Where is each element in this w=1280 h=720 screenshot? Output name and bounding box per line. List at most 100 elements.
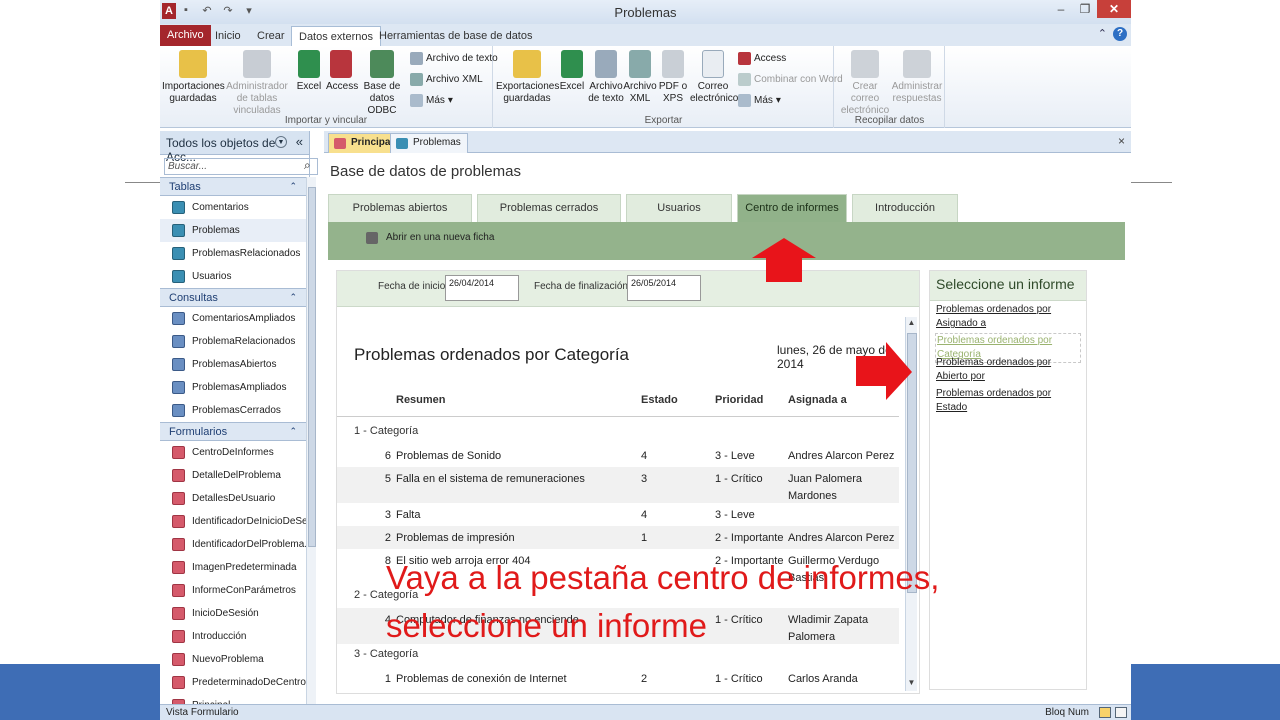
- tab-problemas-cerrados[interactable]: Problemas cerrados: [477, 194, 621, 222]
- tab-usuarios[interactable]: Usuarios: [626, 194, 732, 222]
- nav-item[interactable]: ImagenPredeterminada: [160, 556, 306, 579]
- import-access-button[interactable]: Access: [326, 50, 358, 93]
- collapse-section-icon[interactable]: ⌃: [289, 426, 297, 437]
- import-excel-button[interactable]: Excel: [294, 50, 324, 93]
- export-more-button[interactable]: Más ▾: [738, 94, 781, 107]
- tab-crear[interactable]: Crear: [250, 26, 292, 46]
- help-icon[interactable]: ?: [1113, 27, 1127, 41]
- form-view-icon[interactable]: [1099, 707, 1111, 718]
- tab-archivo[interactable]: Archivo: [160, 25, 211, 46]
- saved-exports-button[interactable]: Exportaciones guardadas: [496, 50, 559, 105]
- instruction-line-2: seleccione un informe: [386, 607, 708, 644]
- nav-item[interactable]: InicioDeSesión: [160, 602, 306, 625]
- nav-item[interactable]: ProblemasCerrados: [160, 399, 306, 422]
- close-button[interactable]: ✕: [1097, 0, 1131, 18]
- nav-item[interactable]: ProblemasAbiertos: [160, 353, 306, 376]
- nav-item[interactable]: IdentificadorDelProblema...: [160, 533, 306, 556]
- close-document-icon[interactable]: ×: [1118, 134, 1125, 148]
- collapse-nav-icon[interactable]: «: [296, 134, 303, 149]
- slide-divider-left: [125, 182, 160, 183]
- scroll-down-icon[interactable]: ▼: [906, 678, 917, 690]
- export-pdf-button[interactable]: PDF o XPS: [658, 50, 688, 105]
- table-row: 1 Problemas de conexión de Internet 2 1 - C…: [337, 667, 899, 690]
- nav-item[interactable]: Principal: [160, 694, 306, 704]
- nav-item[interactable]: Introducción: [160, 625, 306, 648]
- nav-item[interactable]: Comentarios: [160, 196, 306, 219]
- create-email-button: Crear correo electrónico: [839, 50, 891, 117]
- nav-item[interactable]: InformeConParámetros: [160, 579, 306, 602]
- open-new-tab-link[interactable]: Abrir en una nueva ficha: [386, 232, 494, 243]
- doc-tab-problemas[interactable]: Problemas: [390, 133, 468, 153]
- restore-button[interactable]: ❐: [1073, 0, 1097, 18]
- group-header: 1 - Categoría: [354, 425, 419, 437]
- status-bar: Vista Formulario Bloq Num: [160, 704, 1131, 720]
- tab-introduccion[interactable]: Introducción: [852, 194, 958, 222]
- import-xml-button[interactable]: Archivo XML: [410, 73, 483, 86]
- nav-item-label: IdentificadorDeInicioDeSe...: [192, 516, 306, 527]
- start-date-input[interactable]: 26/04/2014: [445, 275, 519, 301]
- minimize-button[interactable]: –: [1049, 0, 1073, 18]
- nav-section-label: Tablas: [169, 181, 201, 193]
- nav-pane-header[interactable]: Todos los objetos de Acc... ▼ «: [160, 131, 309, 164]
- slide-divider-right: [1131, 182, 1172, 183]
- query-icon: [172, 404, 185, 417]
- column-header-resumen: Resumen: [396, 394, 446, 406]
- import-text-button[interactable]: Archivo de texto: [410, 52, 498, 65]
- nav-item[interactable]: ProblemasAmpliados: [160, 376, 306, 399]
- saved-exports-icon: [513, 50, 541, 78]
- row-id: 1: [384, 673, 391, 685]
- nav-item[interactable]: ProblemasRelacionados: [160, 242, 306, 265]
- export-excel-button[interactable]: Excel: [558, 50, 586, 93]
- nav-item[interactable]: ProblemaRelacionados: [160, 330, 306, 353]
- scroll-up-icon[interactable]: ▲: [906, 318, 917, 330]
- row-priority: 3 - Leve: [715, 509, 755, 521]
- nav-item[interactable]: CentroDeInformes: [160, 441, 306, 464]
- collapse-ribbon-icon[interactable]: ⌃: [1098, 27, 1107, 41]
- nav-search-input[interactable]: Buscar...: [164, 158, 318, 175]
- tab-inicio[interactable]: Inicio: [208, 26, 248, 46]
- collapse-section-icon[interactable]: ⌃: [289, 181, 297, 192]
- access-icon: [330, 50, 352, 78]
- nav-section-tablas[interactable]: Tablas ⌃: [160, 177, 306, 196]
- row-summary: Falla en el sistema de remuneraciones: [396, 473, 585, 485]
- printer-icon[interactable]: [366, 232, 378, 244]
- column-header-prioridad: Prioridad: [715, 394, 764, 406]
- tab-centro-de-informes[interactable]: Centro de informes: [737, 194, 847, 222]
- nav-item[interactable]: Usuarios: [160, 265, 306, 288]
- end-date-input[interactable]: 26/05/2014: [627, 275, 701, 301]
- export-access-button[interactable]: Access: [738, 52, 786, 65]
- export-xml-button[interactable]: Archivo XML: [623, 50, 657, 105]
- saved-imports-button[interactable]: Importaciones guardadas: [162, 50, 225, 105]
- nav-section-consultas[interactable]: Consultas ⌃: [160, 288, 306, 307]
- layout-view-icon[interactable]: [1115, 707, 1127, 718]
- export-email-button[interactable]: Correo electrónico: [690, 50, 738, 105]
- end-date-label: Fecha de finalización: [534, 281, 628, 292]
- nav-item[interactable]: NuevoProblema: [160, 648, 306, 671]
- link-por-asignado[interactable]: Problemas ordenados por Asignado a: [936, 303, 1082, 331]
- link-por-estado[interactable]: Problemas ordenados por Estado: [936, 387, 1082, 415]
- nav-section-formularios[interactable]: Formularios ⌃: [160, 422, 306, 441]
- nav-item[interactable]: ComentariosAmpliados: [160, 307, 306, 330]
- nav-scrollbar-thumb[interactable]: [308, 187, 316, 547]
- tab-problemas-abiertos[interactable]: Problemas abiertos: [328, 194, 472, 222]
- nav-item[interactable]: IdentificadorDeInicioDeSe...: [160, 510, 306, 533]
- nav-item[interactable]: DetallesDeUsuario: [160, 487, 306, 510]
- nav-item[interactable]: PredeterminadoDeCentro...: [160, 671, 306, 694]
- row-summary: Problemas de Sonido: [396, 450, 502, 462]
- link-por-abierto[interactable]: Problemas ordenados por Abierto por: [936, 356, 1082, 384]
- nav-item[interactable]: Problemas: [160, 219, 306, 242]
- tab-herramientas[interactable]: Herramientas de base de datos: [372, 26, 539, 46]
- nav-dropdown-icon[interactable]: ▼: [275, 136, 287, 148]
- table-icon: [172, 247, 185, 260]
- import-odbc-button[interactable]: Base de datos ODBC: [357, 50, 407, 117]
- export-text-button[interactable]: Archivo de texto: [588, 50, 624, 105]
- tab-datos-externos[interactable]: Datos externos: [291, 26, 381, 47]
- nav-item[interactable]: DetalleDelProblema: [160, 464, 306, 487]
- row-priority: 1 - Crítico: [715, 473, 763, 485]
- import-more-button[interactable]: Más ▾: [410, 94, 453, 107]
- search-icon[interactable]: ⌕: [304, 158, 311, 173]
- arrow-up-annotation: [752, 238, 816, 282]
- form-icon: [172, 515, 185, 528]
- collapse-section-icon[interactable]: ⌃: [289, 292, 297, 303]
- nav-scrollbar[interactable]: [306, 177, 316, 704]
